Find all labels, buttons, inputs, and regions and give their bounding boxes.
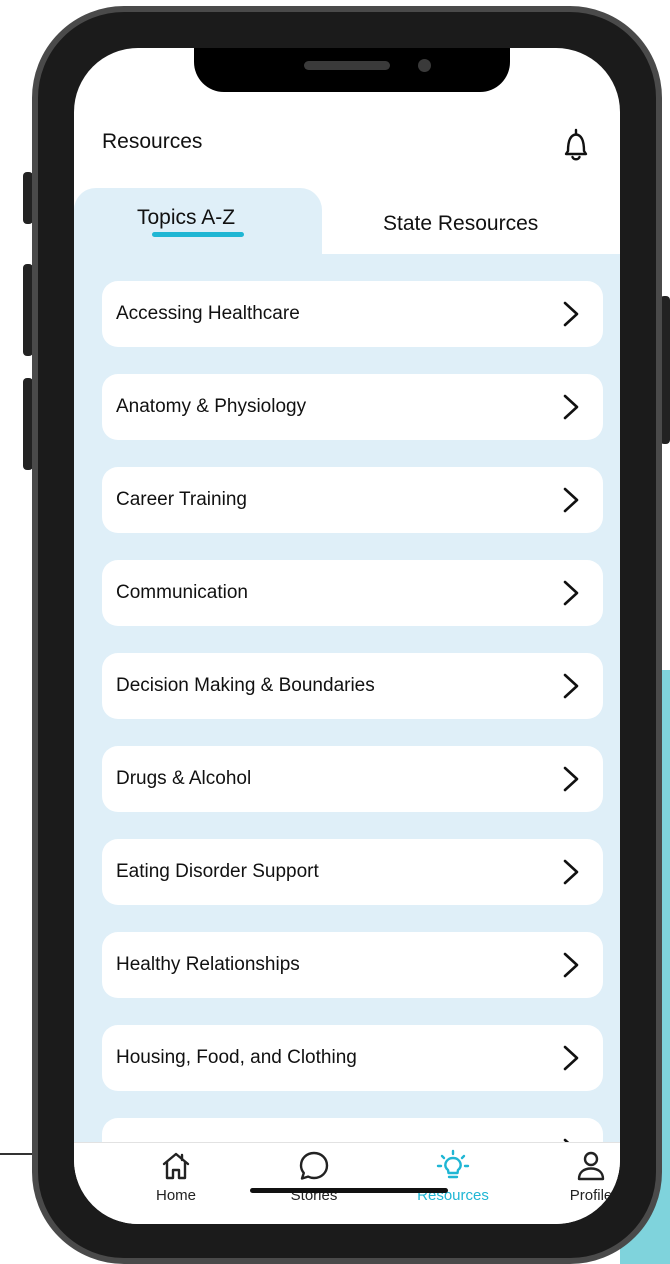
topics-panel: Accessing Healthcare Anatomy & Physiolog… [74, 254, 620, 1144]
chevron-right-icon [563, 580, 579, 606]
chevron-right-icon [563, 859, 579, 885]
chevron-right-icon [563, 766, 579, 792]
topic-label: Healthy Relationships [116, 954, 300, 975]
chevron-right-icon [563, 487, 579, 513]
chevron-right-icon [563, 952, 579, 978]
lightbulb-icon [436, 1149, 470, 1179]
topic-item-eating-disorder-support[interactable]: Eating Disorder Support [102, 839, 603, 905]
topic-label: Decision Making & Boundaries [116, 675, 375, 696]
topic-label: Anatomy & Physiology [116, 396, 307, 417]
topic-label: Eating Disorder Support [116, 861, 319, 882]
bell-icon [564, 128, 588, 161]
bottom-navigation: Home Stories Resources Profile [74, 1142, 620, 1224]
topic-item-decision-making-boundaries[interactable]: Decision Making & Boundaries [102, 653, 603, 719]
active-tab-indicator [152, 232, 244, 237]
topic-label: Career Training [116, 489, 247, 510]
topic-item-communication[interactable]: Communication [102, 560, 603, 626]
tab-state-resources[interactable]: State Resources [322, 188, 620, 258]
topic-item-career-training[interactable]: Career Training [102, 467, 603, 533]
topic-label: Housing, Food, and Clothing [116, 1047, 357, 1068]
tab-topics-a-z[interactable]: Topics A-Z [74, 188, 322, 258]
nav-item-profile[interactable]: Profile [541, 1149, 620, 1209]
phone-notch [194, 48, 510, 92]
topic-label: Drugs & Alcohol [116, 768, 252, 789]
topics-list: Accessing Healthcare Anatomy & Physiolog… [102, 281, 603, 1144]
topic-item-drugs-alcohol[interactable]: Drugs & Alcohol [102, 746, 603, 812]
tab-label: Topics A-Z [137, 206, 236, 229]
phone-frame: Resources Topics A-Z State Resources Acc… [32, 6, 662, 1264]
tab-label: State Resources [383, 212, 539, 235]
chevron-right-icon [563, 673, 579, 699]
chevron-right-icon [563, 1045, 579, 1071]
nav-item-resources[interactable]: Resources [403, 1149, 503, 1209]
app-header: Resources [74, 124, 620, 168]
home-indicator[interactable] [250, 1188, 448, 1193]
page-title: Resources [102, 130, 203, 153]
topic-label: Accessing Healthcare [116, 303, 300, 324]
nav-item-stories[interactable]: Stories [264, 1149, 364, 1209]
chevron-right-icon [563, 301, 579, 327]
topic-item-anatomy-physiology[interactable]: Anatomy & Physiology [102, 374, 603, 440]
topic-item-partial[interactable] [102, 1118, 603, 1144]
notifications-button[interactable] [560, 124, 592, 164]
chat-bubble-icon [299, 1151, 329, 1180]
home-icon [162, 1152, 190, 1180]
topic-label: Communication [116, 582, 248, 603]
topic-item-accessing-healthcare[interactable]: Accessing Healthcare [102, 281, 603, 347]
phone-screen: Resources Topics A-Z State Resources Acc… [74, 48, 620, 1224]
profile-icon [577, 1151, 605, 1181]
nav-label: Home [155, 1187, 196, 1204]
nav-item-home[interactable]: Home [126, 1149, 226, 1209]
front-camera [418, 59, 431, 72]
stage: Resources Topics A-Z State Resources Acc… [0, 0, 670, 1264]
nav-label: Profile [569, 1187, 613, 1204]
topic-item-housing-food-clothing[interactable]: Housing, Food, and Clothing [102, 1025, 603, 1091]
chevron-right-icon [563, 394, 579, 420]
topic-item-healthy-relationships[interactable]: Healthy Relationships [102, 932, 603, 998]
speaker-grille [304, 61, 390, 70]
